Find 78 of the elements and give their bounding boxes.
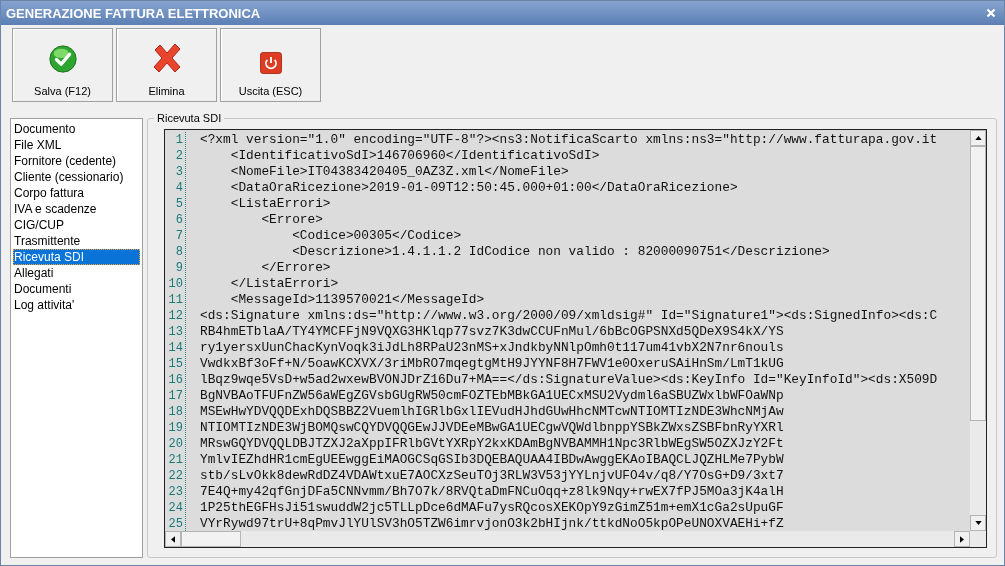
line-number: 18 <box>167 404 183 420</box>
save-button[interactable]: Salva (F12) <box>12 28 113 102</box>
line-number: 1 <box>174 132 183 148</box>
line-number: 21 <box>167 452 183 468</box>
code-line: lBqz9wqe5VsD+w5ad2wxewBVONJDrZ16Du7+MA==</ds:SignatureValue><ds:KeyInfo Id="KeyInfoId"><ds:X509D <box>200 372 938 387</box>
code-line: VYrRywd97trU+8qPmvJlYUlSV3hO5TZW6imrvjonO3k2bHIjnk/ttkdNoO5kpOPeUNOXVAEHi+fZ <box>200 516 784 531</box>
code-line: VwdkxBf3oFf+N/5oawKCXVX/3riMbRO7mqegtgMtH9JYYNF8H7FWV1e0OxeruSAiHnSm/LmT1kUG <box>200 356 784 371</box>
section-item[interactable]: File XML <box>13 137 140 153</box>
code-line: <?xml version="1.0" encoding="UTF-8"?><ns3:NotificaScarto xmlns:ns3="http://www.fatturapa.gov.it <box>200 132 938 147</box>
line-number: 15 <box>167 356 183 372</box>
section-item[interactable]: IVA e scadenze <box>13 201 140 217</box>
code-line: stb/sLvOkk8dewRdDZ4VDAWtxuE7AOCXzSeuTOj3RLW3V53jYYLnjvUFO4v/q8/Y7OsG+D9/3xt7 <box>200 468 784 483</box>
vertical-scrollbar[interactable] <box>970 130 986 531</box>
line-number: 2 <box>174 148 183 164</box>
code-line: <ds:Signature xmlns:ds="http://www.w3.org/2000/09/xmldsig#" Id="Signature1"><ds:SignedInfo><ds:C <box>200 308 938 323</box>
line-number: 3 <box>174 164 183 180</box>
section-item[interactable]: CIG/CUP <box>13 217 140 233</box>
code-line: <Errore> <box>260 212 323 227</box>
section-item[interactable]: Log attivita' <box>13 297 140 313</box>
code-line: <DataOraRicezione>2019-01-09T12:50:45.000+01:00</DataOraRicezione> <box>229 180 738 195</box>
code-line: 7E4Q+my42qfGnjDFa5CNNvmm/Bh7O7k/8RVQtaDmFNCuOqq+z8lk9Nqy+rwEX7fPJ5MOa3jK4alH <box>200 484 784 499</box>
code-line: BgNVBAoTFUFnZW56aWEgZGVsbGUgRW50cmFOZTEbMBkGA1UECxMSU2Vydml6aSBUZWxlbWFOaWNp <box>200 388 784 403</box>
line-number: 12 <box>167 308 183 324</box>
down-arrow-icon[interactable] <box>974 521 982 525</box>
line-number: 8 <box>174 244 183 260</box>
line-number: 6 <box>174 212 183 228</box>
code-line: 1P25thEGFHsJi51swuddW2jc5TLLpDce6dMAFu7ysRQcosXEKOpY9zGimZ51m+emX1cGa2sUpuGF <box>200 500 784 515</box>
up-arrow-icon[interactable] <box>974 136 982 140</box>
code-line: NTIOMTIzNDE3WjBOMQswCQYDVQQGEwJJVDEeMBwGA1UECgwVQWdlbnppYSBkZWxsZSBFbnRyYXRl <box>200 420 784 435</box>
line-number: 10 <box>167 276 183 292</box>
checkmark-icon <box>47 44 78 74</box>
line-number: 19 <box>167 420 183 436</box>
code-line: <IdentificativoSdI>146706960</IdentificativoSdI> <box>229 148 600 163</box>
section-item[interactable]: Ricevuta SDI <box>13 249 140 265</box>
section-item[interactable]: Cliente (cessionario) <box>13 169 140 185</box>
scroll-thumb[interactable] <box>181 531 241 547</box>
code-line: <Descrizione>1.4.1.1.2 IdCodice non valido : 82000090751</Descrizione> <box>291 244 830 259</box>
code-line: ry1yersxUunChacKynVoqk3iJdLh8RPaU23nMS+xJndkbyNNlpOmh0t117um41vbX2N7nr6nouls <box>200 340 784 355</box>
group-title: Ricevuta SDI <box>154 111 225 125</box>
code-line: </Errore> <box>260 260 331 275</box>
line-number: 16 <box>167 372 183 388</box>
code-line: <Codice>00305</Codice> <box>291 228 462 243</box>
code-line: <ListaErrori> <box>229 196 331 211</box>
line-number: 24 <box>167 500 183 516</box>
line-number: 20 <box>167 436 183 452</box>
section-item[interactable]: Fornitore (cedente) <box>13 153 140 169</box>
code-line: MRswGQYDVQQLDBJTZXJ2aXppIFRlbGVtYXRpY2kxKDAmBgNVBAMMH1Npc3RlbWEgSW5OZXJzY2Ft <box>200 436 784 451</box>
window-title: GENERAZIONE FATTURA ELETTRONICA <box>6 5 261 21</box>
line-number: 17 <box>167 388 183 404</box>
code-line: YmlvIEZhdHR1cmEgUEEwggEiMAOGCSqGSIb3DQEBAQUAA4IBDwAwggEKAoIBAQCLJQZHLMe7PybW <box>200 452 784 467</box>
section-item[interactable]: Documento <box>13 121 140 137</box>
power-icon <box>259 52 282 74</box>
section-item[interactable]: Documenti <box>13 281 140 297</box>
close-icon[interactable] <box>986 8 996 18</box>
scroll-thumb[interactable] <box>970 146 986 421</box>
line-number: 23 <box>167 484 183 500</box>
section-item[interactable]: Trasmittente <box>13 233 140 249</box>
code-line: MSEwHwYDVQQDExhDQSBBZ2VuemlhIGRlbGxlIEVudHJhdGUwHhcNMTcwNTIOMTIzNDE3WhcNMjAw <box>200 404 784 419</box>
line-number: 9 <box>174 260 183 276</box>
left-arrow-icon[interactable] <box>171 535 175 543</box>
line-number: 25 <box>167 516 183 532</box>
line-number: 22 <box>167 468 183 484</box>
code-line: </ListaErrori> <box>229 276 339 291</box>
line-number: 14 <box>167 340 183 356</box>
code-line: RB4hmETblaA/TY4YMCFFjN9VQXG3HKlqp77svz7K3dwCCUFnMul/6bBcOGPSNXd5QDeX9S4kX/YS <box>200 324 784 339</box>
code-line: <NomeFile>IT04383420405_0AZ3Z.xml</NomeFile> <box>229 164 569 179</box>
line-number: 13 <box>167 324 183 340</box>
line-number: 4 <box>174 180 183 196</box>
section-item[interactable]: Corpo fattura <box>13 185 140 201</box>
line-number: 7 <box>174 228 183 244</box>
horizontal-scrollbar[interactable] <box>165 531 986 547</box>
line-number: 11 <box>167 292 183 308</box>
code-line: <MessageId>1139570021</MessageId> <box>229 292 485 307</box>
exit-button[interactable]: Uscita (ESC) <box>220 28 321 102</box>
line-number: 5 <box>174 196 183 212</box>
section-item[interactable]: Allegati <box>13 265 140 281</box>
right-arrow-icon[interactable] <box>960 535 964 543</box>
delete-button[interactable]: Elimina <box>116 28 217 102</box>
